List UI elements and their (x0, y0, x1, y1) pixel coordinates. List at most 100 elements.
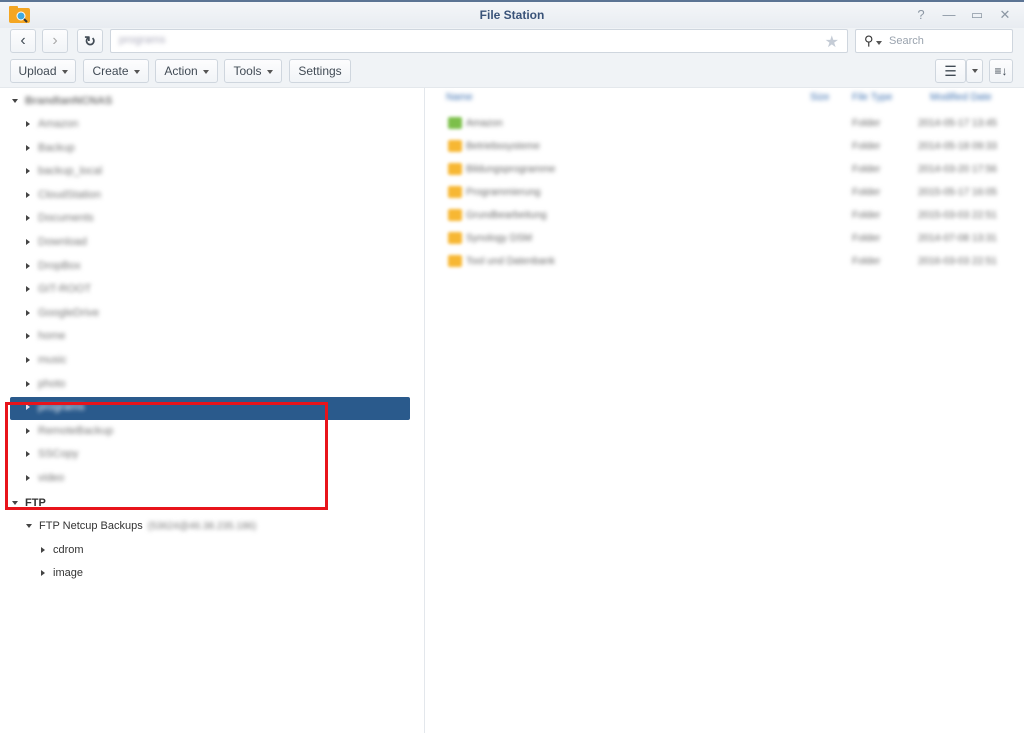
tree-folder-label: home (38, 330, 66, 343)
view-list-button[interactable]: ☰ (935, 59, 966, 83)
folder-icon (448, 209, 462, 221)
window-title: File Station (479, 8, 545, 22)
view-options-dropdown[interactable] (966, 59, 983, 83)
tree-ftp-cdrom[interactable]: cdrom (41, 539, 84, 561)
column-size[interactable]: Size (810, 92, 829, 112)
tree-folder-label: CloudStation (38, 188, 101, 201)
tree-folder-label: GoogleDrive (38, 306, 100, 319)
folder-icon (448, 255, 462, 267)
file-type: Folder (852, 164, 881, 175)
list-view-icon: ☰ (944, 62, 957, 79)
file-date: 2015-05-17 16:05 (918, 187, 997, 198)
connection-label: FTP Netcup Backups (39, 520, 143, 532)
tree-ftp-connection[interactable]: FTP Netcup Backups (53624@46.38.235.186) (26, 515, 256, 537)
file-type: Folder (852, 256, 881, 267)
file-date: 2014-05-18 09:33 (918, 141, 997, 152)
file-name: Tool und Datenbank (466, 256, 555, 267)
tree-folder[interactable]: photo (26, 373, 66, 395)
action-label: Action (164, 64, 198, 78)
title-bar: File Station ? — ▭ ✕ (0, 0, 1024, 28)
file-type: Folder (852, 141, 881, 152)
folder-icon (448, 163, 462, 175)
tree-folder-label: Backup (38, 141, 75, 154)
tree-folder[interactable]: Backup (26, 137, 75, 159)
sort-button[interactable]: ≡↓ (989, 59, 1013, 83)
tree-folder[interactable]: backup_local (26, 160, 102, 182)
tree-folder[interactable]: Download (26, 231, 87, 253)
tree-folder-label: music (38, 354, 67, 366)
tree-folder[interactable]: GIT-ROOT (26, 278, 91, 300)
help-icon[interactable]: ? (914, 7, 928, 23)
file-row[interactable]: Synology DSM Folder 2014-07-08 13:31 (440, 227, 1024, 250)
expand-icon (26, 524, 32, 528)
tree-folder[interactable]: home (26, 325, 66, 347)
file-row[interactable]: Grundbearbeitung Folder 2015-03-03 22:51 (440, 204, 1024, 227)
create-button[interactable]: Create (83, 59, 149, 83)
tools-button[interactable]: Tools (224, 59, 282, 83)
search-icon[interactable]: ⚲ (864, 33, 882, 49)
path-input[interactable]: programs ★ (110, 29, 848, 53)
back-button[interactable]: ‹ (10, 29, 36, 53)
search-placeholder: Search (889, 35, 924, 47)
file-date: 2014-03-20 17:56 (918, 164, 997, 175)
file-row[interactable]: Bildungsprogramme Folder 2014-03-20 17:56 (440, 158, 1024, 181)
create-label: Create (92, 64, 129, 78)
file-type: Folder (852, 118, 881, 129)
maximize-icon[interactable]: ▭ (970, 7, 984, 23)
file-name: Bildungsprogramme (466, 164, 556, 175)
action-button[interactable]: Action (155, 59, 218, 83)
column-file-type[interactable]: File Type (852, 92, 892, 112)
file-row[interactable]: Programmierung Folder 2015-05-17 16:05 (440, 181, 1024, 204)
expand-icon (26, 333, 30, 340)
tree-ftp-image[interactable]: image (41, 562, 83, 584)
cdrom-label: cdrom (53, 544, 84, 556)
column-modified-date[interactable]: Modified Date (930, 92, 992, 112)
image-label: image (53, 567, 83, 579)
highlight-annotation-box (5, 402, 328, 510)
column-name[interactable]: Name (446, 92, 473, 112)
expand-icon (26, 144, 30, 151)
folder-icon (448, 117, 462, 129)
chevron-down-icon (971, 69, 978, 73)
close-icon[interactable]: ✕ (998, 7, 1012, 23)
tree-folder-label: Documents (38, 212, 94, 225)
upload-button[interactable]: Upload (10, 59, 76, 83)
expand-icon (26, 357, 30, 363)
tree-folder-label: GIT-ROOT (38, 283, 92, 296)
expand-icon (26, 239, 30, 245)
tree-folder[interactable]: GoogleDrive (26, 302, 99, 324)
expand-icon (12, 99, 18, 103)
file-name: Grundbearbeitung (466, 210, 547, 221)
sort-icon: ≡↓ (994, 64, 1008, 78)
file-date: 2014-05-17 13:45 (918, 118, 997, 129)
tree-folder[interactable]: DropBox (26, 255, 81, 277)
chevron-down-icon (875, 41, 882, 45)
tree-root[interactable]: BrandtanNCNAS (12, 90, 112, 112)
folder-icon (448, 232, 462, 244)
file-date: 2014-07-08 13:31 (918, 233, 997, 244)
expand-icon (26, 286, 30, 293)
forward-button[interactable]: › (42, 29, 68, 53)
tree-folder[interactable]: CloudStation (26, 184, 101, 206)
chevron-down-icon (61, 70, 68, 74)
file-row[interactable]: Tool und Datenbank Folder 2016-03-03 22:51 (440, 250, 1024, 273)
bookmark-star-icon[interactable]: ★ (825, 32, 839, 52)
tools-label: Tools (233, 64, 262, 78)
file-name: Betriebssysteme (466, 141, 540, 152)
file-row[interactable]: Amazon Folder 2014-05-17 13:45 (440, 112, 1024, 135)
folder-icon (448, 140, 462, 152)
refresh-button[interactable]: ↻ (77, 29, 103, 53)
expand-icon (26, 191, 30, 198)
file-row[interactable]: Betriebssysteme Folder 2014-05-18 09:33 (440, 135, 1024, 158)
tree-folder-label: backup_local (38, 165, 103, 178)
search-input[interactable]: ⚲ Search (855, 29, 1013, 53)
expand-icon (26, 215, 30, 222)
connection-detail: (53624@46.38.235.186) (147, 520, 257, 532)
tree-folder[interactable]: Documents (26, 207, 94, 229)
minimize-icon[interactable]: — (942, 7, 956, 23)
settings-button[interactable]: Settings (289, 59, 351, 83)
file-name: Programmierung (466, 187, 541, 198)
tree-folder[interactable]: music (26, 349, 67, 371)
tree-folder[interactable]: Amazon (26, 113, 78, 135)
file-date: 2016-03-03 22:51 (918, 256, 997, 267)
